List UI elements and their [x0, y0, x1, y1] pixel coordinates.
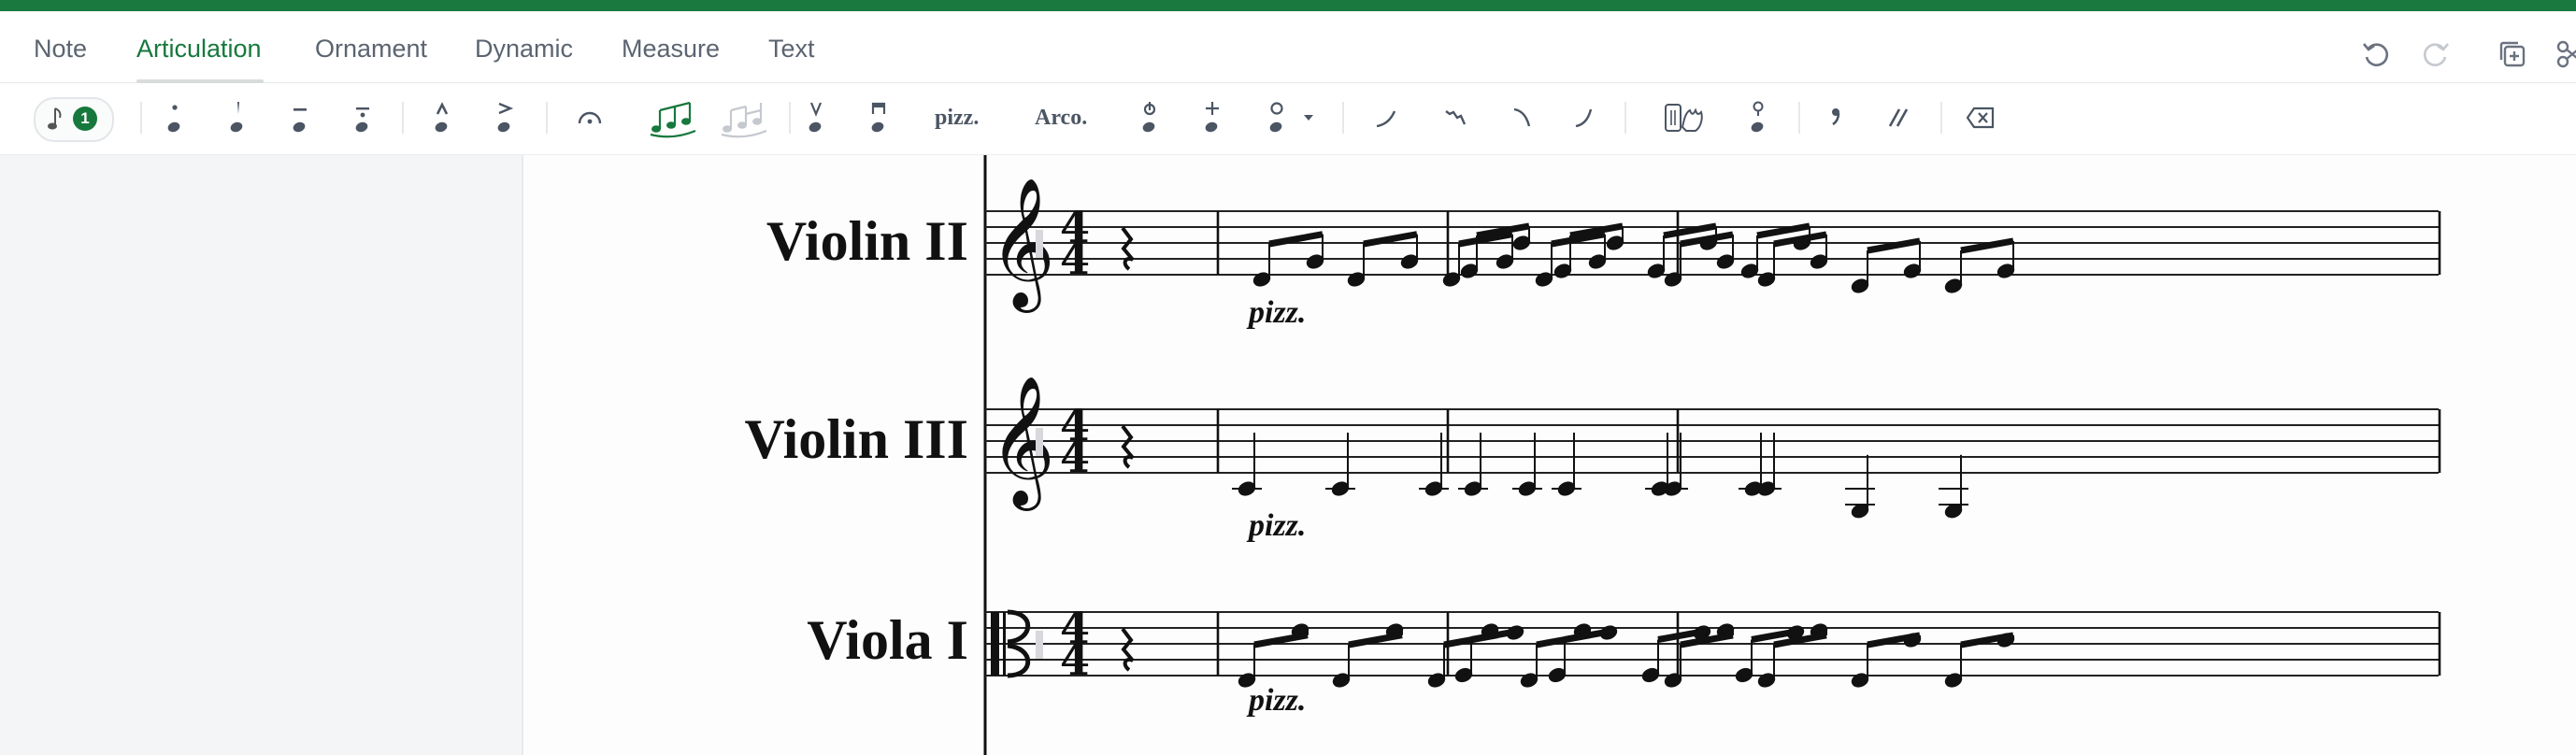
toolbar-separator — [1798, 102, 1800, 134]
tenuto-icon[interactable] — [279, 96, 322, 139]
time-signature-bottom: 4 — [1060, 432, 1090, 482]
tab-ornament[interactable]: Ornament — [315, 30, 427, 67]
quarter-rest — [1121, 627, 1135, 672]
pizz-button[interactable]: pizz. — [935, 96, 979, 139]
tab-bar: Note Articulation Ornament Dynamic Measu… — [0, 11, 2576, 83]
articulation-toolbar: 1 pizz. Arco. — [0, 83, 2576, 155]
grace-notes-disabled-icon — [716, 96, 772, 139]
down-bow-icon[interactable] — [857, 96, 900, 139]
toolbar-separator — [1940, 102, 1942, 134]
alto-clef — [991, 612, 999, 676]
caesura-icon[interactable] — [1877, 96, 1920, 139]
treble-clef: 𝄞 — [989, 376, 1055, 511]
score-staves: 𝄞 44𝄞 4444 — [983, 155, 2441, 755]
toolbar-separator — [546, 102, 548, 134]
staccato-icon[interactable] — [153, 96, 196, 139]
quarter-rest — [1121, 226, 1135, 271]
tab-text[interactable]: Text — [768, 30, 815, 67]
grace-notes-icon[interactable] — [645, 96, 701, 139]
voice-selector[interactable]: 1 — [34, 97, 114, 142]
breath-mark-icon[interactable] — [1815, 96, 1858, 139]
score-canvas[interactable]: Violin II Violin III Viola I pizz. pizz.… — [523, 155, 2576, 755]
accent-icon[interactable] — [483, 96, 526, 139]
voice-number-badge: 1 — [73, 107, 97, 131]
portato-icon[interactable] — [341, 96, 384, 139]
alto-clef — [1003, 612, 1006, 676]
snap-pizzicato-icon[interactable] — [1128, 96, 1171, 139]
harmonic-icon[interactable] — [1255, 96, 1298, 139]
left-hand-pizzicato-icon[interactable] — [1191, 96, 1234, 139]
arco-button[interactable]: Arco. — [1035, 96, 1087, 139]
quarter-rest — [1121, 424, 1135, 469]
redo-icon[interactable] — [2415, 34, 2456, 75]
chevron-down-icon[interactable] — [1297, 96, 1320, 139]
app-top-accent-bar — [0, 0, 2576, 11]
delete-articulation-icon[interactable] — [1959, 96, 2002, 139]
note-voice-icon — [48, 107, 62, 130]
toolbar-separator — [789, 102, 791, 134]
tremolo-marker-icon[interactable] — [1737, 96, 1780, 139]
scissors-icon[interactable] — [2550, 34, 2576, 75]
hand-icon[interactable] — [1658, 96, 1710, 139]
toolbar-separator — [1342, 102, 1344, 134]
doit-icon[interactable] — [1563, 96, 1606, 139]
toolbar-separator — [140, 102, 142, 134]
shake-icon[interactable] — [1434, 96, 1477, 139]
tab-measure[interactable]: Measure — [622, 30, 720, 67]
scoop-icon[interactable] — [1365, 96, 1408, 139]
add-copy-icon[interactable] — [2492, 34, 2533, 75]
up-bow-icon[interactable] — [794, 96, 837, 139]
staccatissimo-icon[interactable] — [216, 96, 259, 139]
key-signature-placeholder — [1036, 428, 1043, 456]
left-side-panel — [0, 155, 523, 755]
undo-icon[interactable] — [2355, 34, 2397, 75]
fall-icon[interactable] — [1499, 96, 1542, 139]
marcato-icon[interactable] — [421, 96, 464, 139]
key-signature-placeholder — [1036, 631, 1043, 659]
tab-note[interactable]: Note — [34, 30, 87, 67]
tab-articulation[interactable]: Articulation — [136, 30, 262, 67]
fermata-icon[interactable] — [568, 96, 611, 139]
time-signature-bottom: 4 — [1060, 634, 1090, 685]
toolbar-separator — [1624, 102, 1626, 134]
key-signature-placeholder — [1036, 230, 1043, 258]
treble-clef: 𝄞 — [989, 178, 1055, 313]
tab-dynamic[interactable]: Dynamic — [475, 30, 573, 67]
time-signature-bottom: 4 — [1060, 234, 1090, 284]
toolbar-separator — [402, 102, 404, 134]
